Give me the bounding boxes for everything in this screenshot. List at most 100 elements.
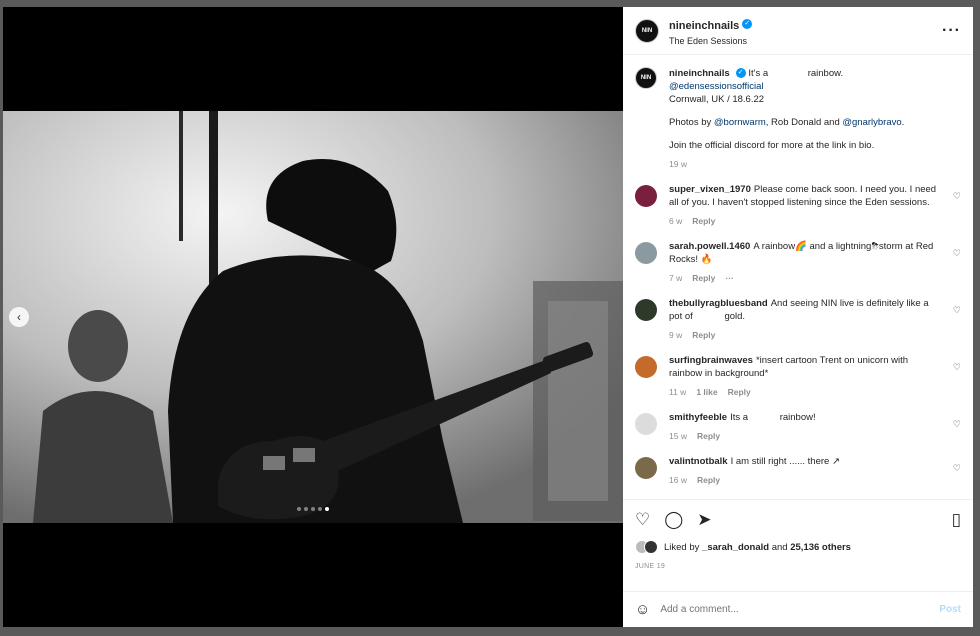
verified-badge-icon: ✓ bbox=[735, 68, 746, 79]
action-icons: ♡ ◯ ➤ ▯ bbox=[635, 508, 961, 532]
photographer-mention[interactable]: @gnarlybravo bbox=[842, 117, 901, 128]
post-comment-button[interactable]: Post bbox=[939, 604, 961, 615]
comment-text: Its a rainbow! bbox=[730, 412, 816, 423]
caption-photos-prefix: Photos by bbox=[669, 117, 712, 128]
comment-input[interactable] bbox=[660, 604, 940, 615]
comment-like-heart-icon[interactable]: ♡ bbox=[953, 362, 961, 373]
comment-username[interactable]: sarah.powell.1460 bbox=[669, 241, 750, 252]
chevron-left-icon: ‹ bbox=[17, 310, 21, 324]
caption-photos-end: . bbox=[901, 117, 905, 128]
reply-button[interactable]: Reply bbox=[697, 474, 720, 487]
comment-time[interactable]: 9 w bbox=[669, 329, 682, 342]
comment-username[interactable]: surfingbrainwaves bbox=[669, 355, 753, 366]
caption-mention[interactable]: @edensessionsofficial bbox=[669, 81, 764, 92]
comment-time[interactable]: 7 w bbox=[669, 272, 682, 285]
avatar-logo-text: NIN bbox=[641, 27, 653, 34]
reply-button[interactable]: Reply bbox=[692, 329, 715, 342]
reply-button[interactable]: Reply bbox=[692, 215, 715, 228]
post-header: NIN nineinchnails ✓ The Eden Sessions ··· bbox=[623, 7, 973, 55]
comment-time[interactable]: 15 w bbox=[669, 430, 687, 443]
comment-time[interactable]: 16 w bbox=[669, 474, 687, 487]
caption-location-date: Cornwall, UK / 18.6.22 bbox=[669, 94, 765, 105]
commenter-avatar[interactable] bbox=[635, 356, 657, 378]
comment-body: surfingbrainwaves *insert cartoon Trent o… bbox=[669, 354, 939, 399]
caption-body: nineinchnails ✓ It's a rainbow. @edensess… bbox=[669, 67, 939, 171]
bookmark-icon[interactable]: ▯ bbox=[952, 510, 961, 530]
liked-by-label: Liked by bbox=[664, 541, 700, 553]
liker-avatar[interactable] bbox=[644, 540, 658, 554]
caption-photos-mid: , Rob Donald and bbox=[765, 117, 840, 128]
comment-body: smithyfeeble Its a rainbow! 15 w Reply bbox=[669, 411, 939, 443]
likes-summary: Liked by _sarah_donald and 25,136 others bbox=[635, 540, 961, 554]
reply-button[interactable]: Reply bbox=[728, 386, 751, 399]
post-panel: NIN nineinchnails ✓ The Eden Sessions ···… bbox=[623, 7, 973, 627]
comment-time[interactable]: 6 w bbox=[669, 215, 682, 228]
liked-by-user[interactable]: _sarah_donald bbox=[702, 542, 769, 553]
comment-time[interactable]: 11 w bbox=[669, 386, 686, 399]
comment-row: thebullyragbluesband And seeing NIN live … bbox=[635, 297, 961, 342]
comment-row: surfingbrainwaves *insert cartoon Trent o… bbox=[635, 354, 961, 399]
comment-options-icon[interactable]: ··· bbox=[725, 272, 734, 285]
post-date[interactable]: JUNE 19 bbox=[635, 563, 961, 570]
post-media: ‹ bbox=[3, 7, 623, 627]
emoji-icon[interactable]: ☺ bbox=[635, 601, 650, 618]
comment-body: sarah.powell.1460 A rainbow🌈 and a lightn… bbox=[669, 240, 939, 285]
commenter-avatar[interactable] bbox=[635, 413, 657, 435]
author-info: nineinchnails ✓ The Eden Sessions bbox=[669, 16, 942, 46]
author-avatar[interactable]: NIN bbox=[635, 67, 657, 89]
caption-text-end: rainbow. bbox=[807, 68, 844, 79]
caption-row: NIN nineinchnails ✓ It's a rainbow. @eden… bbox=[635, 67, 961, 171]
caption-discord-note: Join the official discord for more at th… bbox=[669, 140, 875, 151]
comment-like-heart-icon[interactable]: ♡ bbox=[953, 191, 961, 202]
photographer-mention[interactable]: @bornwarm bbox=[714, 117, 766, 128]
post-actions: ♡ ◯ ➤ ▯ Liked by _sarah_donald and 25,13… bbox=[623, 499, 973, 591]
carousel-indicator bbox=[297, 507, 329, 511]
comment-text: I am still right ...... there ↗ bbox=[730, 456, 840, 467]
comment-like-heart-icon[interactable]: ♡ bbox=[953, 419, 961, 430]
comment-like-heart-icon[interactable]: ♡ bbox=[953, 248, 961, 259]
comment-username[interactable]: super_vixen_1970 bbox=[669, 184, 751, 195]
comment-likes-count[interactable]: 1 like bbox=[696, 386, 717, 399]
carousel-dot bbox=[311, 507, 315, 511]
author-avatar[interactable]: NIN bbox=[635, 18, 659, 43]
carousel-dot bbox=[297, 507, 301, 511]
comments-list[interactable]: NIN nineinchnails ✓ It's a rainbow. @eden… bbox=[623, 55, 973, 499]
carousel-dot-active bbox=[325, 507, 329, 511]
comment-bubble-icon[interactable]: ◯ bbox=[664, 510, 683, 530]
comment-username[interactable]: valintnotbalk bbox=[669, 456, 728, 467]
carousel-dot bbox=[304, 507, 308, 511]
commenter-avatar[interactable] bbox=[635, 299, 657, 321]
comment-body: thebullyragbluesband And seeing NIN live … bbox=[669, 297, 939, 342]
share-send-icon[interactable]: ➤ bbox=[697, 510, 711, 530]
commenter-avatar[interactable] bbox=[635, 185, 657, 207]
liked-by-and: and bbox=[771, 541, 788, 553]
verified-badge-icon: ✓ bbox=[742, 19, 753, 30]
comment-row: sarah.powell.1460 A rainbow🌈 and a lightn… bbox=[635, 240, 961, 285]
concert-photo[interactable] bbox=[3, 111, 623, 523]
comment-username[interactable]: thebullyragbluesband bbox=[669, 298, 768, 309]
commenter-avatar[interactable] bbox=[635, 242, 657, 264]
comment-like-heart-icon[interactable]: ♡ bbox=[953, 305, 961, 316]
likes-count[interactable]: 25,136 others bbox=[790, 542, 851, 553]
more-options-icon[interactable]: ··· bbox=[942, 22, 961, 40]
comment-row: valintnotbalk I am still right ...... the… bbox=[635, 455, 961, 487]
comment-username[interactable]: smithyfeeble bbox=[669, 412, 727, 423]
add-comment-bar: ☺ Post bbox=[623, 591, 973, 627]
post-location[interactable]: The Eden Sessions bbox=[669, 36, 942, 46]
comment-like-heart-icon[interactable]: ♡ bbox=[953, 463, 961, 474]
like-heart-icon[interactable]: ♡ bbox=[635, 510, 650, 530]
comment-row: smithyfeeble Its a rainbow! 15 w Reply ♡ bbox=[635, 411, 961, 443]
carousel-dot bbox=[318, 507, 322, 511]
commenter-avatar[interactable] bbox=[635, 457, 657, 479]
comment-row: super_vixen_1970 Please come back soon. I… bbox=[635, 183, 961, 228]
post-modal: ‹ NIN nineinchnails ✓ The Eden Sessions ·… bbox=[3, 7, 973, 627]
reply-button[interactable]: Reply bbox=[697, 430, 720, 443]
caption-username[interactable]: nineinchnails bbox=[669, 68, 730, 79]
reply-button[interactable]: Reply bbox=[692, 272, 715, 285]
caption-time[interactable]: 19 w bbox=[669, 158, 687, 171]
carousel-prev-button[interactable]: ‹ bbox=[9, 307, 29, 327]
avatar-logo-text: NIN bbox=[640, 75, 652, 81]
caption-text: It's a bbox=[748, 68, 769, 79]
author-username[interactable]: nineinchnails bbox=[669, 20, 739, 32]
comment-body: super_vixen_1970 Please come back soon. I… bbox=[669, 183, 939, 228]
